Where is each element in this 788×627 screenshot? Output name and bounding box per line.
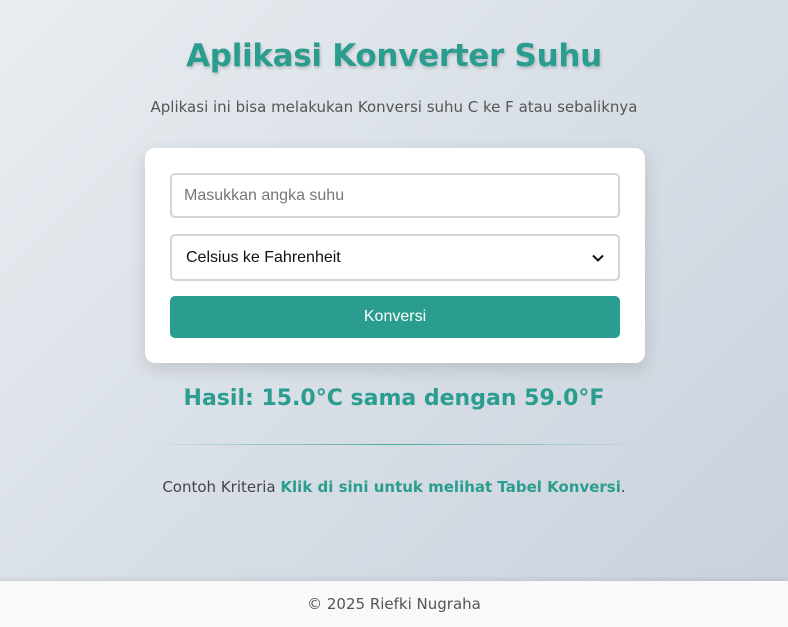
temperature-input[interactable] [170, 173, 620, 218]
footer-copyright: © 2025 Riefki Nugraha [307, 595, 481, 613]
convert-button[interactable]: Konversi [170, 296, 620, 338]
result-text: Hasil: 15.0°C sama dengan 59.0°F [183, 386, 605, 411]
criteria-prefix: Contoh Kriteria [162, 478, 281, 496]
chevron-down-icon [592, 250, 604, 265]
criteria-line: Contoh Kriteria Klik di sini untuk melih… [0, 478, 788, 496]
converter-card: Celsius ke Fahrenheit Konversi [145, 148, 645, 363]
criteria-suffix: . [620, 478, 626, 496]
footer: © 2025 Riefki Nugraha [0, 581, 788, 627]
conversion-mode-value: Celsius ke Fahrenheit [186, 248, 341, 266]
page-subtitle: Aplikasi ini bisa melakukan Konversi suh… [150, 98, 638, 116]
page-title: Aplikasi Konverter Suhu [186, 38, 602, 74]
conversion-table-link[interactable]: Klik di sini untuk melihat Tabel Konvers… [280, 478, 620, 496]
divider [145, 444, 645, 445]
conversion-mode-select[interactable]: Celsius ke Fahrenheit [170, 234, 620, 281]
